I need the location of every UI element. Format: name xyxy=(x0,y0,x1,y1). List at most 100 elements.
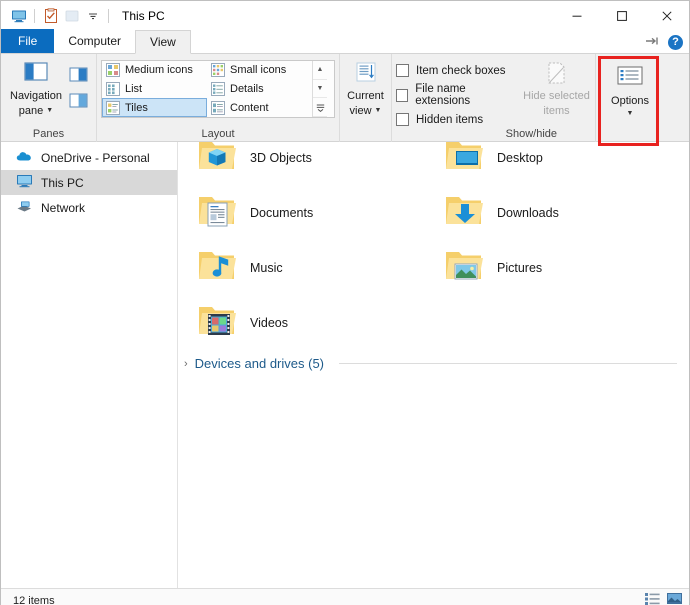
ribbon-group-panes: Navigation pane ▼ Panes xyxy=(1,54,97,142)
layout-gallery-columns: Medium icons List Tiles Small icons Deta… xyxy=(102,61,312,118)
list-icon xyxy=(106,82,120,96)
sidebar-item-network[interactable]: Network xyxy=(1,195,177,220)
list-item[interactable]: Desktop xyxy=(437,142,684,185)
layout-gallery: Medium icons List Tiles Small icons Deta… xyxy=(101,60,335,118)
medium-icons-icon xyxy=(106,63,120,78)
pane-small-buttons xyxy=(67,57,89,110)
options-caret-icon[interactable]: ▼ xyxy=(627,110,634,117)
list-item[interactable]: Music xyxy=(190,240,437,295)
list-item-label: Pictures xyxy=(497,260,543,275)
ribbon-group-current-view: Current view ▼ xyxy=(340,54,392,142)
sidebar-item-this-pc[interactable]: This PC xyxy=(1,170,177,195)
list-item-label: Videos xyxy=(250,315,288,330)
ribbon-group-current-view-label xyxy=(344,126,387,142)
hide-selected-items-button: Hide selected items xyxy=(522,57,591,117)
hidden-items-checkbox[interactable] xyxy=(396,113,409,126)
tab-computer[interactable]: Computer xyxy=(54,29,135,53)
navigation-pane-label-line1: Navigation xyxy=(10,90,62,102)
music-folder-icon xyxy=(196,246,238,289)
gallery-scroll-down-button[interactable]: ▼ xyxy=(313,80,327,99)
list-item[interactable]: Documents xyxy=(190,185,437,240)
preview-pane-button[interactable] xyxy=(67,65,89,84)
hide-selected-items-icon xyxy=(548,62,565,84)
gallery-scroll-up-button[interactable]: ▲ xyxy=(313,61,327,80)
file-explorer-window: This PC File Computer View ? Navigation … xyxy=(0,0,690,605)
this-pc-icon[interactable] xyxy=(8,5,29,26)
properties-icon[interactable] xyxy=(40,5,61,26)
pictures-folder-icon xyxy=(443,246,485,289)
status-bar: 12 items xyxy=(1,588,689,605)
help-icon[interactable]: ? xyxy=(668,34,683,50)
tab-file[interactable]: File xyxy=(1,29,55,53)
details-pane-button[interactable] xyxy=(67,91,89,110)
checkbox-item-check-boxes[interactable]: Item check boxes xyxy=(396,64,516,77)
details-view-button[interactable] xyxy=(644,591,661,605)
current-view-label-line2: view xyxy=(349,105,372,117)
layout-item-list-label: List xyxy=(125,83,143,95)
close-button[interactable] xyxy=(644,1,689,30)
downloads-folder-icon xyxy=(443,191,485,234)
list-item-label: 3D Objects xyxy=(250,150,312,165)
large-icons-view-button[interactable] xyxy=(666,591,683,605)
layout-item-tiles-label: Tiles xyxy=(125,101,148,114)
list-item-label: Music xyxy=(250,260,283,275)
collapse-ribbon-icon[interactable] xyxy=(645,33,659,51)
3d-objects-folder-icon xyxy=(196,142,238,179)
list-item-label: Documents xyxy=(250,205,314,220)
title-bar: This PC xyxy=(1,1,689,30)
status-item-count: 12 items xyxy=(13,594,55,605)
layout-item-medium-icons[interactable]: Medium icons xyxy=(102,61,207,80)
options-icon xyxy=(617,66,643,85)
list-item[interactable]: Videos xyxy=(190,295,437,350)
quick-access-toolbar xyxy=(8,5,114,26)
hide-selected-items-label-line1: Hide selected xyxy=(523,90,590,102)
layout-item-content[interactable]: Content xyxy=(207,98,312,117)
item-check-boxes-checkbox[interactable] xyxy=(396,64,409,77)
navigation-pane-button[interactable]: Navigation pane ▼ xyxy=(5,57,67,117)
tiles-icon xyxy=(106,100,120,115)
sidebar-item-this-pc-label: This PC xyxy=(41,175,84,190)
ribbon-group-layout: Medium icons List Tiles Small icons Deta… xyxy=(97,54,340,142)
layout-item-small-icons[interactable]: Small icons xyxy=(207,61,312,80)
new-folder-icon[interactable] xyxy=(61,5,82,26)
checkbox-hidden-items[interactable]: Hidden items xyxy=(396,113,516,126)
current-view-caret-icon[interactable]: ▼ xyxy=(375,107,382,114)
navigation-pane-caret-icon[interactable]: ▼ xyxy=(46,107,53,114)
options-button[interactable]: Options ▼ xyxy=(600,57,660,117)
ribbon: Navigation pane ▼ Panes Medium icons Lis… xyxy=(1,54,689,146)
show-hide-checkboxes: Item check boxes File name extensions Hi… xyxy=(396,57,516,126)
list-item[interactable]: Pictures xyxy=(437,240,684,295)
layout-item-content-label: Content xyxy=(230,101,269,114)
onedrive-cloud-icon xyxy=(16,149,33,166)
content-icon xyxy=(211,100,225,115)
file-name-extensions-checkbox[interactable] xyxy=(396,88,409,102)
section-devices-and-drives[interactable]: › Devices and drives (5) xyxy=(178,356,689,371)
checkbox-file-name-extensions[interactable]: File name extensions xyxy=(396,83,516,107)
hidden-items-label: Hidden items xyxy=(416,113,484,126)
options-label: Options xyxy=(611,95,649,107)
layout-item-list[interactable]: List xyxy=(102,80,207,99)
current-view-label-line1: Current xyxy=(347,90,384,102)
sidebar-item-onedrive[interactable]: OneDrive - Personal xyxy=(1,145,177,170)
list-item[interactable]: 3D Objects xyxy=(190,142,437,185)
maximize-button[interactable] xyxy=(599,1,644,30)
ribbon-group-options-label xyxy=(600,126,660,142)
qat-divider-2 xyxy=(108,8,109,23)
current-view-button[interactable]: Current view ▼ xyxy=(344,57,387,117)
navigation-pane-label-line2: pane xyxy=(18,105,44,117)
list-item[interactable]: Downloads xyxy=(437,185,684,240)
details-icon xyxy=(211,82,225,96)
file-name-extensions-label: File name extensions xyxy=(415,83,471,107)
file-list-view[interactable]: 3D Objects Desktop Documents Downloads M… xyxy=(178,142,689,588)
file-list-inner: 3D Objects Desktop Documents Downloads M… xyxy=(178,142,689,371)
gallery-expand-button[interactable] xyxy=(313,98,327,118)
tab-view[interactable]: View xyxy=(135,30,191,54)
minimize-button[interactable] xyxy=(554,1,599,30)
hide-selected-items-label-line2: items xyxy=(543,105,570,117)
chevron-right-icon[interactable]: › xyxy=(184,358,188,370)
list-item-label: Downloads xyxy=(497,205,559,220)
layout-item-details[interactable]: Details xyxy=(207,80,312,99)
layout-item-details-label: Details xyxy=(230,83,264,95)
customize-quick-access-icon[interactable] xyxy=(82,5,103,26)
layout-item-tiles[interactable]: Tiles xyxy=(102,98,207,118)
